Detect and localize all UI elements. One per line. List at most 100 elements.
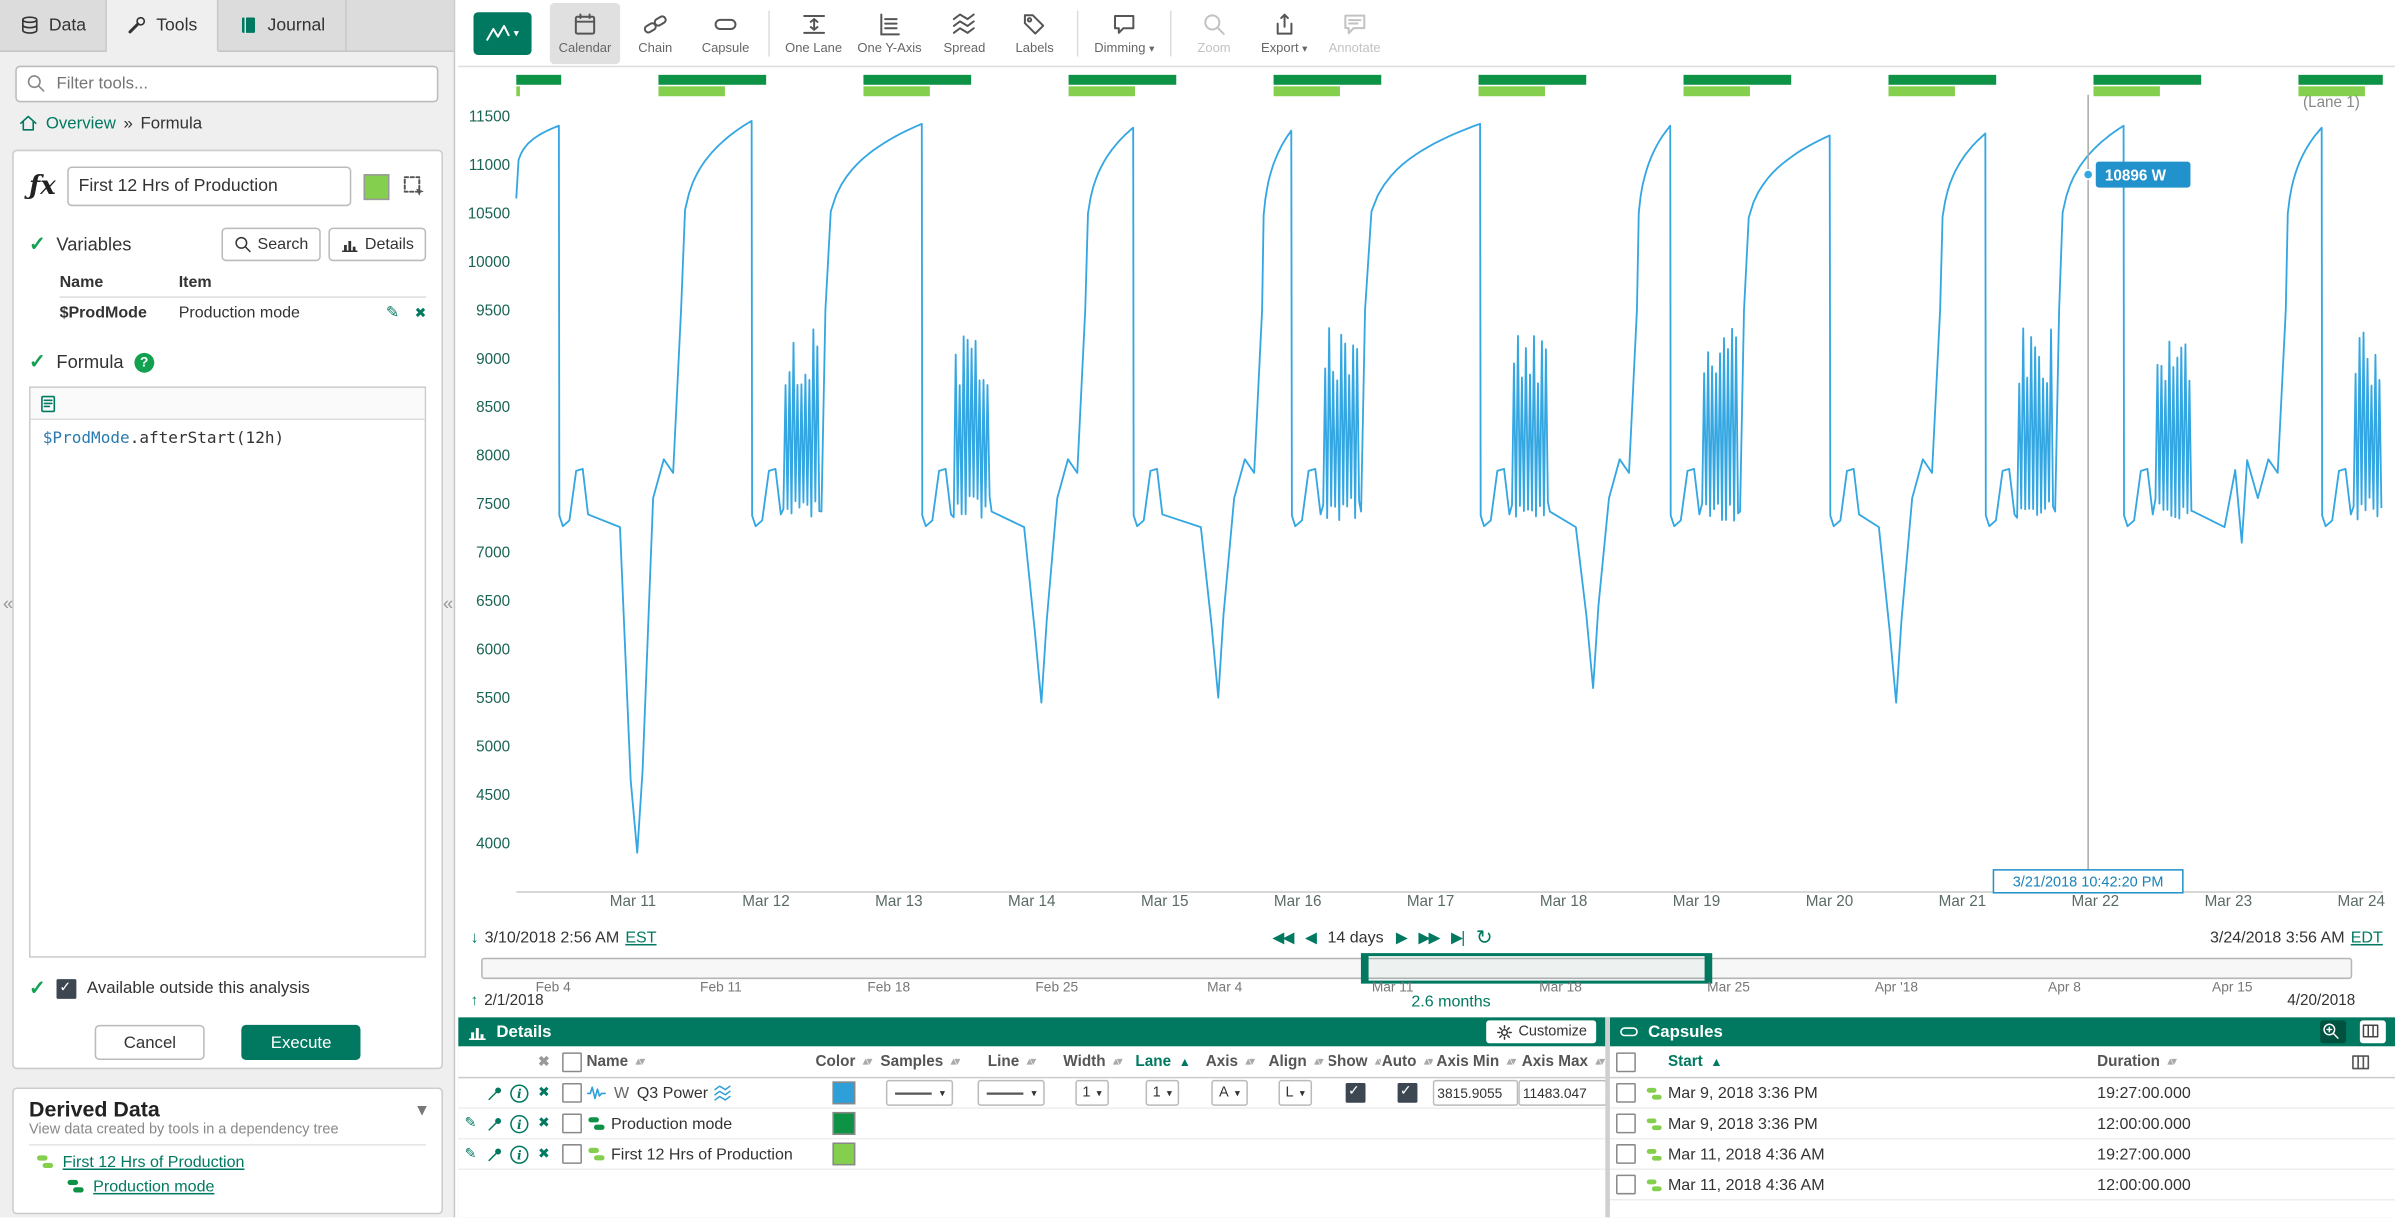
chart-area[interactable]: 1150011000105001000095009000850080007500… xyxy=(458,67,2395,922)
checkbox[interactable] xyxy=(1615,1175,1635,1195)
toolbar-chain-button[interactable]: Chain xyxy=(620,2,690,63)
column-header-show[interactable]: Show xyxy=(1329,1053,1368,1070)
capsule-bar[interactable] xyxy=(1069,86,1135,96)
capsule-bar[interactable] xyxy=(2093,86,2159,96)
capsule-bar[interactable] xyxy=(1684,75,1792,85)
toolbar-dimming-button[interactable]: Dimming ▾ xyxy=(1087,2,1162,63)
capsule-bar[interactable] xyxy=(1274,75,1382,85)
details-row[interactable]: i✖WQ3 Power▾▾1▾1▾A▾L▾3815.905511483.047 xyxy=(458,1078,1605,1109)
pin-icon[interactable] xyxy=(486,1114,504,1132)
investigate-end-date[interactable]: 4/20/2018 xyxy=(2287,993,2355,1010)
style-dropdown[interactable]: A▾ xyxy=(1211,1080,1247,1106)
details-row[interactable]: ✎i✖Production mode xyxy=(458,1109,1605,1140)
step-to-end-button[interactable]: ▶| xyxy=(1451,929,1464,946)
capsule-bar[interactable] xyxy=(863,75,971,85)
axis-min-input[interactable]: 3815.9055 xyxy=(1433,1080,1519,1106)
cancel-button[interactable]: Cancel xyxy=(95,1025,205,1060)
checkbox[interactable] xyxy=(1397,1083,1417,1103)
color-swatch[interactable] xyxy=(832,1081,855,1104)
capsule-bar[interactable] xyxy=(658,75,766,85)
item-select-icon[interactable] xyxy=(402,174,426,198)
capsule-row[interactable]: Mar 11, 2018 4:36 AM19:27:00.000 xyxy=(1610,1139,2395,1170)
column-header-color[interactable]: Color xyxy=(816,1053,856,1070)
table-columns-icon[interactable] xyxy=(2351,1052,2371,1072)
edit-icon[interactable]: ✎ xyxy=(465,1146,477,1163)
info-icon[interactable]: i xyxy=(510,1084,528,1102)
capsule-bar[interactable] xyxy=(1069,75,1177,85)
formula-code-area[interactable]: $ProdMode.afterStart(12h) xyxy=(31,420,425,956)
toolbar-labels-button[interactable]: Labels xyxy=(1000,2,1070,63)
column-header-align[interactable]: Align xyxy=(1268,1053,1306,1070)
capsule-row[interactable]: Mar 11, 2018 4:36 AM12:00:00.000 xyxy=(1610,1170,2395,1201)
style-dropdown[interactable]: 1▾ xyxy=(1145,1080,1180,1106)
column-header-axis[interactable]: Axis xyxy=(1206,1053,1238,1070)
column-header-lane[interactable]: Lane xyxy=(1135,1053,1171,1070)
step-back-button[interactable]: ◀ xyxy=(1305,929,1315,946)
formula-name-input[interactable] xyxy=(68,166,351,206)
column-header-auto[interactable]: Auto xyxy=(1382,1053,1417,1070)
variable-search-button[interactable]: Search xyxy=(221,228,321,262)
timezone-start[interactable]: EST xyxy=(625,929,656,947)
column-header-axis_max[interactable]: Axis Max xyxy=(1522,1053,1588,1070)
capsule-bar[interactable] xyxy=(1889,75,1997,85)
step-to-start-button[interactable]: ◀◀ xyxy=(1272,929,1292,946)
refresh-button[interactable]: ↻ xyxy=(1476,926,1493,950)
tab-tools[interactable]: Tools xyxy=(107,0,218,52)
chart-type-dropdown[interactable]: ▾ xyxy=(474,11,532,54)
chevron-down-icon[interactable]: ▾ xyxy=(418,1099,426,1119)
collapse-sidebar-icon[interactable]: « xyxy=(443,593,453,614)
home-icon[interactable] xyxy=(18,113,38,133)
column-header-line[interactable]: Line xyxy=(988,1053,1019,1070)
axis-max-input[interactable]: 11483.047 xyxy=(1518,1080,1605,1106)
style-dropdown[interactable]: ▾ xyxy=(978,1080,1044,1106)
checkbox[interactable] xyxy=(561,1144,581,1164)
checkbox[interactable] xyxy=(1615,1083,1635,1103)
capsule-bar[interactable] xyxy=(1479,86,1545,96)
checkbox[interactable] xyxy=(1615,1113,1635,1133)
arrow-down-icon[interactable]: ↓ xyxy=(470,929,478,947)
breadcrumb-overview[interactable]: Overview xyxy=(46,114,116,132)
investigate-start-date[interactable]: 2/1/2018 xyxy=(484,993,543,1010)
style-dropdown[interactable]: 1▾ xyxy=(1075,1080,1110,1106)
checkbox[interactable] xyxy=(1615,1144,1635,1164)
variable-details-button[interactable]: Details xyxy=(328,228,426,262)
color-swatch[interactable] xyxy=(832,1143,855,1166)
timezone-end[interactable]: EDT xyxy=(2351,929,2383,947)
derived-item-link[interactable]: First 12 Hrs of Production xyxy=(63,1152,245,1170)
toolbar-export-button[interactable]: Export ▾ xyxy=(1249,2,1319,63)
toolbar-calendar-button[interactable]: Calendar xyxy=(550,2,620,63)
toolbar-capsule-button[interactable]: Capsule xyxy=(690,2,760,63)
style-dropdown[interactable]: L▾ xyxy=(1278,1080,1313,1106)
arrow-up-icon[interactable]: ↑ xyxy=(470,993,478,1010)
column-header-width[interactable]: Width xyxy=(1063,1053,1105,1070)
remove-icon[interactable]: ✖ xyxy=(538,1146,550,1163)
slider-track[interactable] xyxy=(481,958,2352,979)
derived-item-link[interactable]: Production mode xyxy=(93,1177,214,1195)
help-icon[interactable]: ? xyxy=(134,352,154,372)
checkbox[interactable] xyxy=(561,1083,581,1103)
checkbox[interactable] xyxy=(1345,1083,1365,1103)
capsule-row[interactable]: Mar 9, 2018 3:36 PM12:00:00.000 xyxy=(1610,1109,2395,1140)
formula-color-swatch[interactable] xyxy=(364,173,390,199)
capsule-bar[interactable] xyxy=(2298,75,2382,85)
display-range-start[interactable]: 3/10/2018 2:56 AM xyxy=(485,929,620,947)
duration-label[interactable]: 14 days xyxy=(1327,929,1383,947)
checkbox[interactable] xyxy=(561,1113,581,1133)
remove-icon[interactable]: ✖ xyxy=(538,1084,550,1101)
execute-button[interactable]: Execute xyxy=(242,1025,361,1060)
capsule-bar[interactable] xyxy=(1479,75,1587,85)
capsule-bar[interactable] xyxy=(863,86,929,96)
checkbox[interactable] xyxy=(561,1052,581,1072)
step-fast-forward-button[interactable]: ▶▶ xyxy=(1418,929,1438,946)
formula-doc-icon[interactable] xyxy=(38,393,58,413)
column-header-duration[interactable]: Duration xyxy=(2097,1053,2160,1070)
collapse-left-icon[interactable]: « xyxy=(3,593,13,614)
edit-icon[interactable]: ✎ xyxy=(465,1115,477,1132)
capsule-bar[interactable] xyxy=(2093,75,2201,85)
pin-icon[interactable] xyxy=(486,1084,504,1102)
capsule-bar[interactable] xyxy=(1889,86,1955,96)
remove-icon[interactable]: ✖ xyxy=(538,1115,550,1132)
remove-variable-icon[interactable]: ✖ xyxy=(415,305,427,322)
details-row[interactable]: ✎i✖First 12 Hrs of Production xyxy=(458,1139,1605,1170)
capsule-grid-button[interactable] xyxy=(2360,1020,2386,1043)
